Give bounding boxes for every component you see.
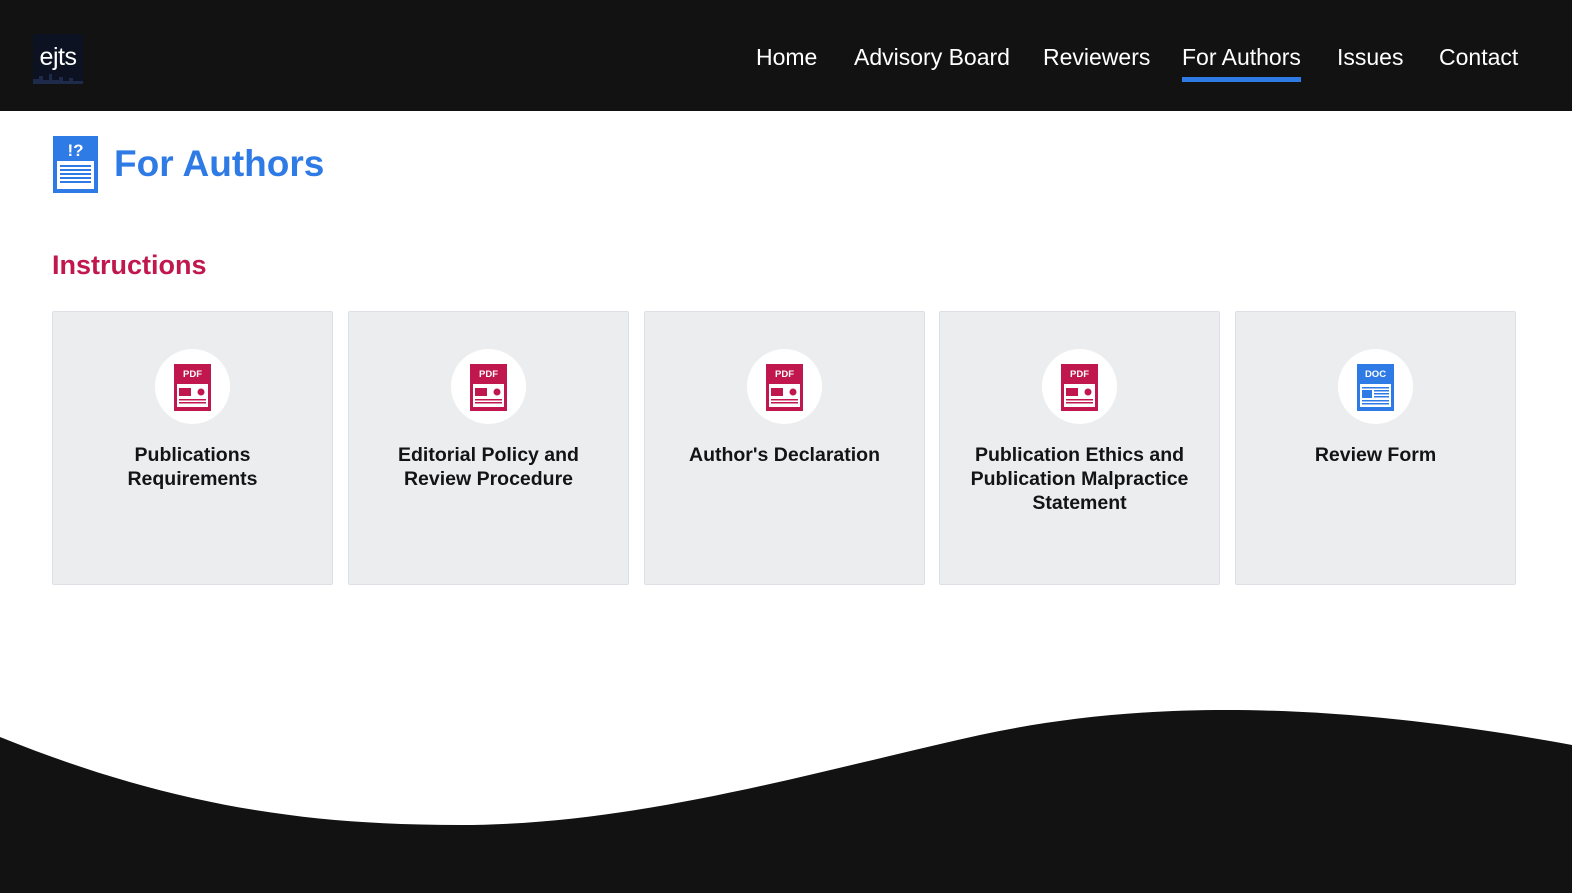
doc-file-icon: DOC bbox=[1357, 364, 1394, 411]
card-publication-ethics[interactable]: PDF Publication Ethics and Publication M… bbox=[939, 311, 1220, 585]
card-publications-requirements[interactable]: PDF Publications Requirements bbox=[52, 311, 333, 585]
card-icon-circle: PDF bbox=[155, 349, 230, 424]
card-icon-circle: PDF bbox=[1042, 349, 1117, 424]
site-logo[interactable]: ejts bbox=[33, 34, 83, 84]
nav-reviewers[interactable]: Reviewers bbox=[1043, 44, 1150, 71]
card-label: Author's Declaration bbox=[688, 444, 880, 466]
nav-issues[interactable]: Issues bbox=[1337, 44, 1403, 71]
logo-skyline-icon bbox=[33, 74, 83, 84]
card-editorial-policy[interactable]: PDF Editorial Policy and Review Procedur… bbox=[348, 311, 629, 585]
nav-home[interactable]: Home bbox=[756, 44, 817, 71]
svg-text:PDF: PDF bbox=[479, 369, 498, 380]
card-icon-circle: PDF bbox=[747, 349, 822, 424]
nav-contact[interactable]: Contact bbox=[1439, 44, 1518, 71]
svg-text:PDF: PDF bbox=[775, 369, 794, 380]
nav-advisory-board[interactable]: Advisory Board bbox=[854, 44, 1010, 71]
logo-text: ejts bbox=[39, 43, 77, 71]
svg-text:PDF: PDF bbox=[1070, 369, 1089, 380]
card-review-form[interactable]: DOC Review Form bbox=[1235, 311, 1516, 585]
svg-text:PDF: PDF bbox=[183, 369, 202, 380]
card-icon-circle: PDF bbox=[451, 349, 526, 424]
pdf-file-icon: PDF bbox=[470, 364, 507, 411]
footer-wave bbox=[0, 710, 1572, 893]
page-title: For Authors bbox=[114, 143, 325, 184]
pdf-file-icon: PDF bbox=[766, 364, 803, 411]
pdf-file-icon: PDF bbox=[1061, 364, 1098, 411]
card-icon-circle: DOC bbox=[1338, 349, 1413, 424]
svg-text:!?: !? bbox=[67, 141, 83, 160]
section-title: Instructions bbox=[52, 250, 207, 280]
card-label: Publications Requirements bbox=[127, 444, 258, 490]
card-authors-declaration[interactable]: PDF Author's Declaration bbox=[644, 311, 925, 585]
pdf-file-icon: PDF bbox=[174, 364, 211, 411]
site-header: ejts Home Advisory Board Reviewers For A… bbox=[0, 0, 1572, 111]
card-label: Editorial Policy and Review Procedure bbox=[398, 444, 579, 490]
svg-text:DOC: DOC bbox=[1365, 369, 1386, 380]
nav-for-authors[interactable]: For Authors bbox=[1182, 44, 1301, 82]
card-label: Review Form bbox=[1314, 444, 1437, 466]
card-label: Publication Ethics and Publication Malpr… bbox=[970, 444, 1189, 514]
document-question-icon: !? bbox=[53, 136, 98, 193]
